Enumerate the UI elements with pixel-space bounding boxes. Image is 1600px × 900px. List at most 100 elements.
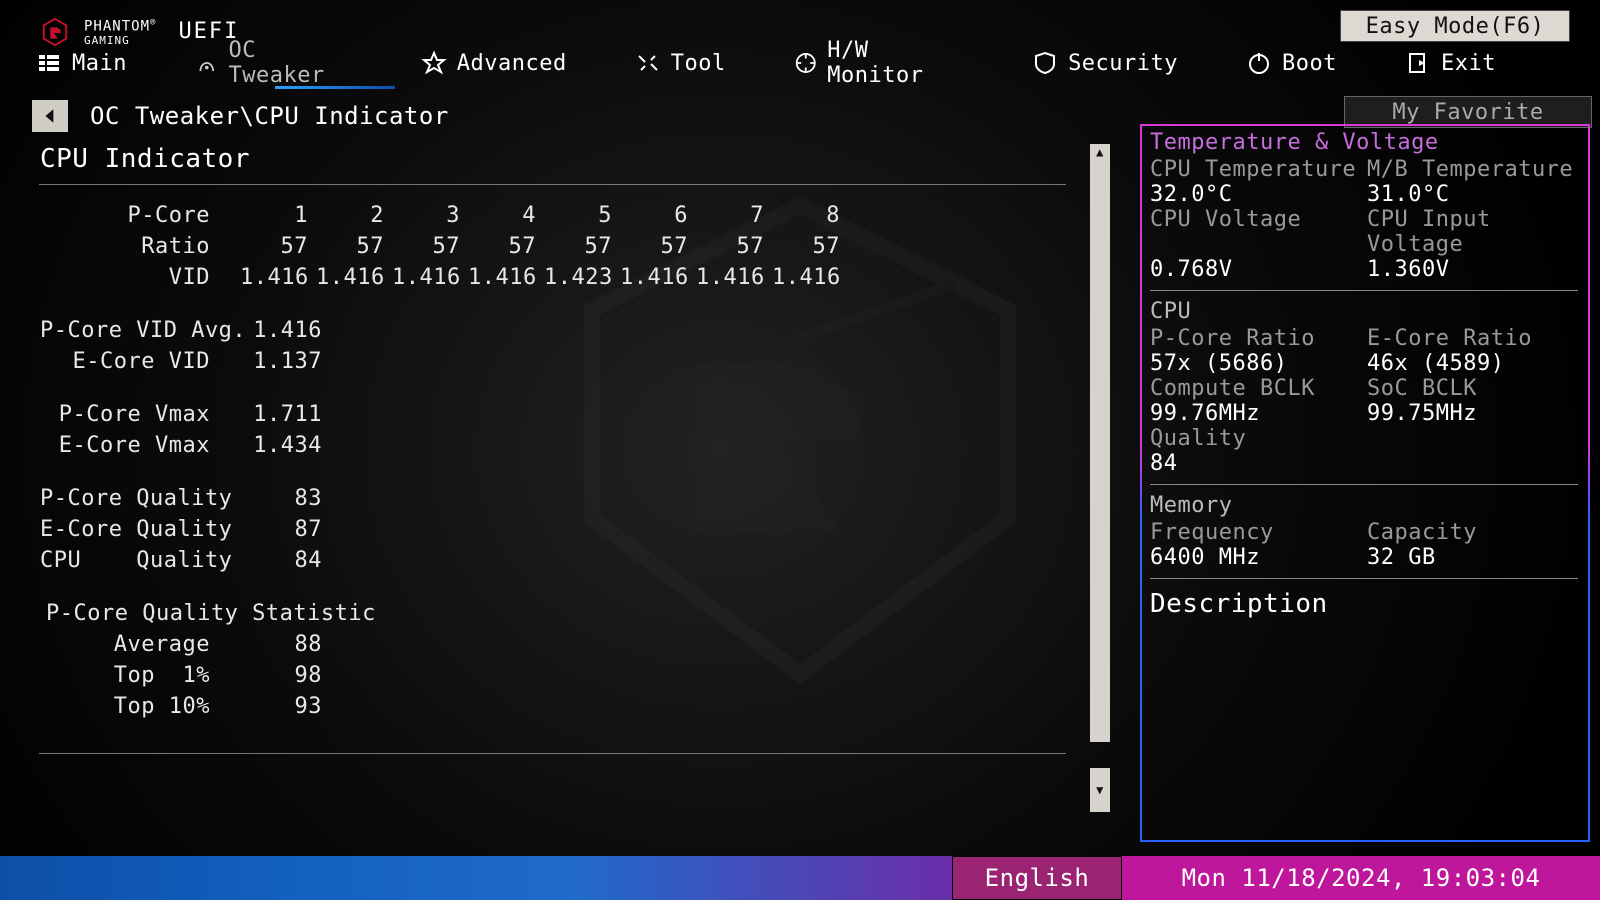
tools-icon (635, 50, 661, 76)
pcore-idx: 5 (544, 203, 620, 228)
side-val: 1.360V (1367, 257, 1578, 282)
side-key: Compute BCLK (1150, 376, 1361, 401)
scroll-thumb[interactable] (1090, 160, 1110, 742)
value-group: P-Core Quality83E-Core Quality87CPU Qual… (40, 486, 1101, 573)
pcore-idx: 8 (772, 203, 848, 228)
status-bar: English Mon 11/18/2024, 19:03:04 (0, 856, 1600, 900)
side-key: E-Core Ratio (1367, 326, 1578, 351)
tab-security[interactable]: Security (1032, 50, 1178, 82)
value-readout: 84 (240, 548, 330, 573)
main-tabs: MainOC TweakerAdvancedToolH/W MonitorSec… (0, 44, 1600, 88)
side-key: Capacity (1367, 520, 1578, 545)
divider (39, 184, 1066, 185)
tab-advanced[interactable]: Advanced (421, 50, 567, 82)
value-group: P-Core Quality StatisticAverage88Top 1%9… (40, 601, 1101, 719)
pcore-header-label: P-Core (40, 203, 240, 228)
pcore-ratio: 57 (696, 234, 772, 259)
value-label: P-Core Quality (40, 486, 240, 511)
side-key: Frequency (1150, 520, 1361, 545)
pcore-vid: 1.416 (620, 265, 696, 290)
side-key: CPU Voltage (1150, 207, 1361, 257)
tab-boot[interactable]: Boot (1246, 50, 1337, 82)
tab-main[interactable]: Main (36, 50, 127, 82)
status-bar-gradient (0, 856, 952, 900)
divider (39, 753, 1066, 754)
tab-label: Exit (1441, 51, 1496, 76)
pcore-idx: 1 (240, 203, 316, 228)
divider (1150, 578, 1578, 579)
value-readout: 83 (240, 486, 330, 511)
tab-exit[interactable]: Exit (1405, 50, 1496, 82)
breadcrumb: OC Tweaker\CPU Indicator (90, 102, 449, 130)
pcore-vid: 1.423 (544, 265, 620, 290)
value-label: P-Core Quality Statistic (40, 601, 330, 626)
tab-label: OC Tweaker (229, 38, 353, 88)
tab-label: Tool (671, 51, 726, 76)
value-label: Average (40, 632, 240, 657)
content-scrollbar[interactable]: ▲ ▼ (1090, 144, 1110, 812)
value-label: CPU Quality (40, 548, 240, 573)
value-readout: 1.416 (240, 318, 330, 343)
scroll-up-icon[interactable]: ▲ (1090, 144, 1110, 160)
pcore-vid-label: VID (40, 265, 240, 290)
value-readout: 87 (240, 517, 330, 542)
page-title: CPU Indicator (40, 144, 1101, 174)
tab-label: Main (72, 51, 127, 76)
side-val: 0.768V (1150, 257, 1361, 282)
side-header-tempvolt: Temperature & Voltage (1150, 130, 1578, 155)
side-val: 99.76MHz (1150, 401, 1361, 426)
value-label: Top 1% (40, 663, 240, 688)
scroll-track[interactable] (1090, 160, 1110, 796)
side-key: SoC BCLK (1367, 376, 1578, 401)
back-button[interactable] (32, 100, 68, 132)
power-icon (1246, 50, 1272, 76)
value-group: P-Core Vmax1.711E-Core Vmax1.434 (40, 402, 1101, 458)
side-key: M/B Temperature (1367, 157, 1578, 182)
tab-label: Security (1068, 51, 1178, 76)
exit-icon (1405, 50, 1431, 76)
easy-mode-button[interactable]: Easy Mode(F6) (1340, 10, 1570, 42)
pcore-ratio: 57 (772, 234, 848, 259)
pcore-vid: 1.416 (240, 265, 316, 290)
value-readout: 1.711 (240, 402, 330, 427)
side-val: 6400 MHz (1150, 545, 1361, 570)
value-label: P-Core Vmax (40, 402, 240, 427)
pcore-table: P-Core 1 2 3 4 5 6 7 8 Ratio 57 57 57 57… (40, 203, 1101, 290)
side-panel: Temperature & Voltage CPU Temperature M/… (1140, 124, 1590, 842)
pcore-ratio: 57 (544, 234, 620, 259)
pcore-vid: 1.416 (468, 265, 544, 290)
value-group: P-Core VID Avg.1.416E-Core VID1.137 (40, 318, 1101, 374)
pcore-ratio-label: Ratio (40, 234, 240, 259)
scroll-down-icon[interactable]: ▼ (1090, 768, 1110, 812)
brand-line1: PHANTOM (84, 19, 150, 35)
value-label: E-Core VID (40, 349, 240, 374)
value-readout: 1.434 (240, 433, 330, 458)
tab-h-w-monitor[interactable]: H/W Monitor (794, 38, 964, 94)
side-val: 32 GB (1367, 545, 1578, 570)
side-key: CPU Temperature (1150, 157, 1361, 182)
side-val: 99.75MHz (1367, 401, 1578, 426)
pcore-vid: 1.416 (696, 265, 772, 290)
language-button[interactable]: English (952, 856, 1122, 900)
value-label: P-Core VID Avg. (40, 318, 240, 343)
side-val: 32.0°C (1150, 182, 1361, 207)
side-key: P-Core Ratio (1150, 326, 1361, 351)
side-header-memory: Memory (1150, 493, 1578, 518)
tab-tool[interactable]: Tool (635, 50, 726, 82)
pcore-ratio: 57 (392, 234, 468, 259)
side-key: Quality (1150, 426, 1361, 451)
tab-label: Advanced (457, 51, 567, 76)
pcore-vid: 1.416 (772, 265, 848, 290)
value-readout: 1.137 (240, 349, 330, 374)
active-tab-underline (275, 86, 395, 89)
tab-label: H/W Monitor (827, 38, 964, 88)
tab-label: Boot (1282, 51, 1337, 76)
pcore-idx: 2 (316, 203, 392, 228)
pcore-vid: 1.416 (316, 265, 392, 290)
divider (1150, 484, 1578, 485)
star-icon (421, 50, 447, 76)
pcore-idx: 3 (392, 203, 468, 228)
pcore-vid: 1.416 (392, 265, 468, 290)
side-key: CPU Input Voltage (1367, 207, 1578, 257)
value-label: E-Core Quality (40, 517, 240, 542)
